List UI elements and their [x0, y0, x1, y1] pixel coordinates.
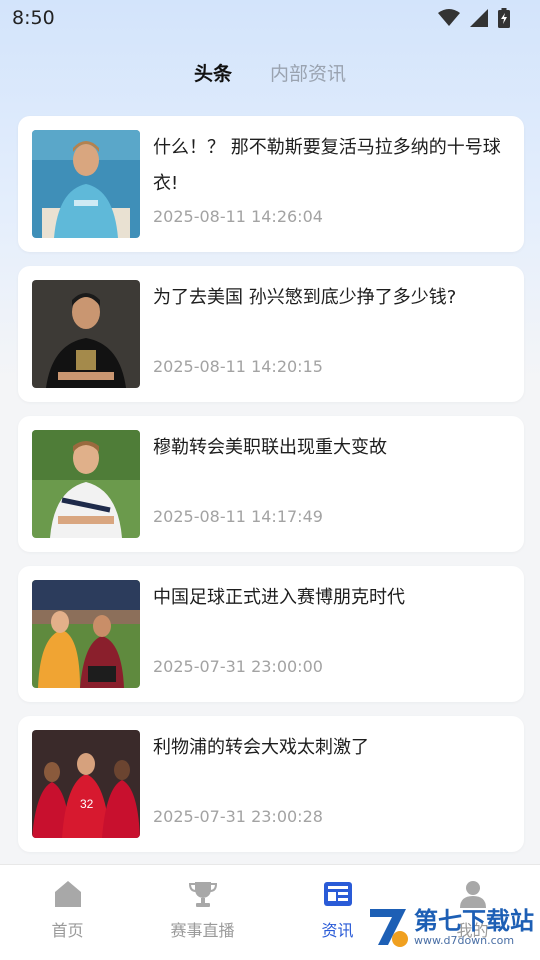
article-title: 利物浦的转会大戏太刺激了 [153, 737, 369, 758]
article-card[interactable]: 什么！？ 那不勒斯要复活马拉多纳的十号球衣! 2025-08-11 14:26:… [18, 116, 524, 252]
article-thumbnail [32, 580, 140, 688]
article-card[interactable]: 32 利物浦的转会大戏太刺激了 2025-07-31 23:00:28 [18, 716, 524, 852]
watermark-text: 第七下载站 [414, 906, 534, 935]
status-icons [438, 8, 510, 28]
battery-icon [498, 8, 510, 28]
watermark: 第七下载站 www.d7down.com [366, 898, 536, 956]
article-time: 2025-08-11 14:20:15 [153, 357, 323, 376]
signal-icon [470, 9, 488, 27]
top-tabs: 头条 内部资讯 [0, 52, 540, 92]
nav-live[interactable]: 赛事直播 [135, 865, 270, 960]
home-icon [54, 881, 81, 907]
article-card[interactable]: 中国足球正式进入赛博朋克时代 2025-07-31 23:00:00 [18, 566, 524, 702]
article-thumbnail: 32 [32, 730, 140, 838]
nav-live-label: 赛事直播 [170, 921, 235, 940]
status-time: 8:50 [12, 7, 55, 29]
article-time: 2025-08-11 14:26:04 [153, 207, 323, 226]
watermark-logo-icon [370, 909, 408, 947]
article-time: 2025-07-31 23:00:28 [153, 807, 323, 826]
tab-headlines[interactable]: 头条 [194, 59, 232, 86]
nav-home[interactable]: 首页 [0, 865, 135, 960]
article-thumbnail [32, 130, 140, 238]
article-title: 什么！？ 那不勒斯要复活马拉多纳的十号球衣! [153, 137, 501, 194]
nav-home-label: 首页 [51, 921, 84, 940]
nav-news-label: 资讯 [321, 921, 354, 940]
wifi-icon [438, 9, 460, 26]
article-card[interactable]: 为了去美国 孙兴慜到底少挣了多少钱? 2025-08-11 14:20:15 [18, 266, 524, 402]
trophy-icon [188, 882, 217, 907]
svg-text:32: 32 [80, 797, 94, 811]
news-icon [323, 882, 352, 906]
article-thumbnail [32, 430, 140, 538]
article-thumbnail [32, 280, 140, 388]
article-list: 什么！？ 那不勒斯要复活马拉多纳的十号球衣! 2025-08-11 14:26:… [18, 116, 524, 866]
article-title: 中国足球正式进入赛博朋克时代 [153, 587, 405, 608]
article-title: 穆勒转会美职联出现重大变故 [153, 437, 387, 458]
tab-internal-news[interactable]: 内部资讯 [270, 59, 346, 86]
article-time: 2025-08-11 14:17:49 [153, 507, 323, 526]
watermark-url: www.d7down.com [414, 933, 515, 947]
article-time: 2025-07-31 23:00:00 [153, 657, 323, 676]
article-title: 为了去美国 孙兴慜到底少挣了多少钱? [153, 287, 457, 308]
article-card[interactable]: 穆勒转会美职联出现重大变故 2025-08-11 14:17:49 [18, 416, 524, 552]
status-bar: 8:50 [0, 0, 540, 36]
